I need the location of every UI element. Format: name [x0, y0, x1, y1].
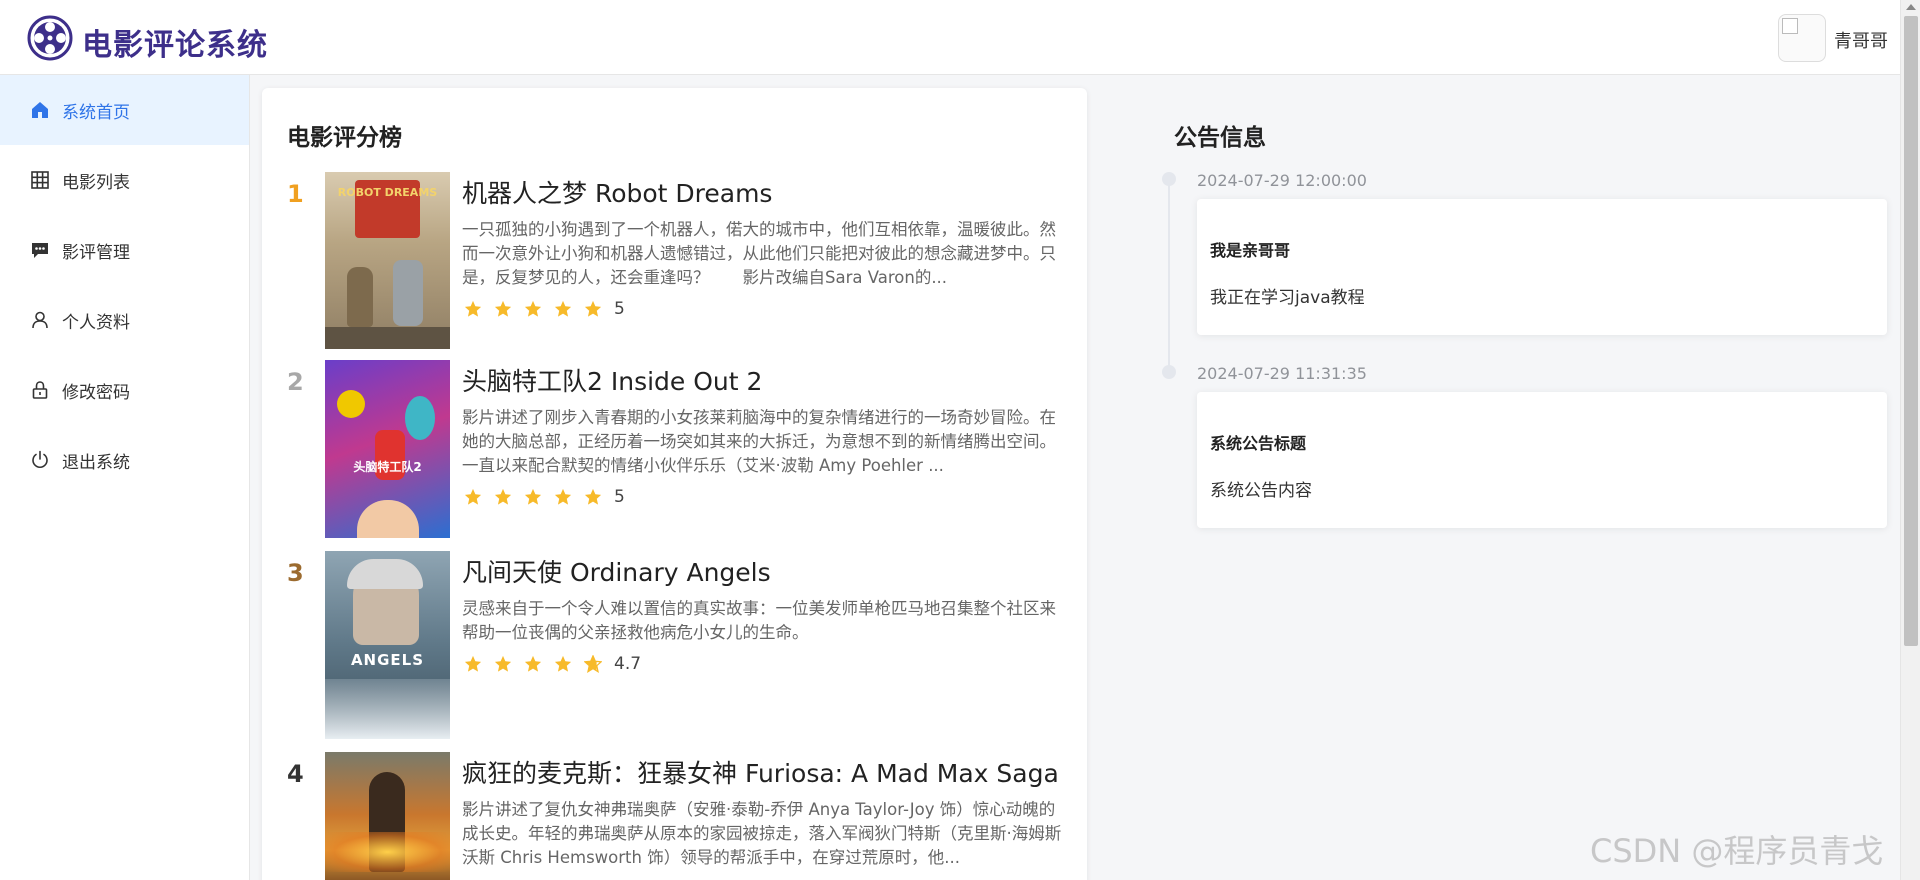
watermark: CSDN @程序员青戈: [1590, 832, 1884, 870]
sidebar-item-label: 个人资料: [62, 312, 130, 333]
movie-poster[interactable]: ANGELS: [325, 551, 450, 739]
broken-image-icon: [1782, 18, 1798, 34]
user-name[interactable]: 青哥哥: [1834, 27, 1888, 53]
poster-title: 头脑特工队2: [353, 460, 422, 474]
lock-icon: [30, 380, 50, 400]
movie-poster[interactable]: 头脑特工队2: [325, 360, 450, 538]
rank-number: 1: [287, 180, 304, 208]
rank-number: 3: [287, 559, 304, 587]
rating-score: 4.7: [614, 654, 642, 674]
notice-card[interactable]: 我是亲哥哥 我正在学习java教程: [1197, 199, 1887, 335]
star-icon: [464, 488, 482, 505]
star-icon: [584, 300, 602, 317]
notice-time: 2024-07-29 11:31:35: [1197, 364, 1367, 383]
notice-heading: 系统公告标题: [1210, 434, 1307, 453]
scroll-thumb[interactable]: [1904, 16, 1918, 646]
movie-description: 影片讲述了刚步入青春期的小女孩莱莉脑海中的复杂情绪进行的一场奇妙冒险。在她的大脑…: [462, 408, 1056, 475]
rating-score: 5: [614, 487, 625, 507]
notice-body: 系统公告内容: [1210, 481, 1312, 501]
rank-number: 2: [287, 368, 304, 396]
top-header: 电影评论系统 青哥哥: [0, 0, 1900, 75]
sidebar-item-change-password[interactable]: 修改密码: [0, 355, 249, 425]
sidebar-item-home[interactable]: 系统首页: [0, 75, 249, 145]
ranking-title: 电影评分榜: [287, 125, 402, 151]
film-reel-icon: [27, 15, 73, 61]
star-icon: [524, 488, 542, 505]
timeline-dot: [1162, 365, 1176, 379]
sidebar: 系统首页 电影列表 影评管理 个人资料 修改密码 退出系统: [0, 75, 250, 880]
movie-poster[interactable]: ROBOT DREAMS: [325, 172, 450, 349]
home-icon: [30, 100, 50, 120]
star-icon: [494, 300, 512, 317]
sidebar-item-label: 电影列表: [62, 172, 130, 193]
rating-stars: 5: [464, 487, 625, 507]
sidebar-item-movie-list[interactable]: 电影列表: [0, 145, 249, 215]
notice-body: 我正在学习java教程: [1210, 288, 1365, 308]
sidebar-item-label: 影评管理: [62, 242, 130, 263]
star-icon: [494, 655, 512, 672]
star-icon: [524, 655, 542, 672]
movie-title[interactable]: 疯狂的麦克斯：狂暴女神 Furiosa: A Mad Max Saga: [462, 754, 1059, 790]
grid-icon: [30, 170, 50, 190]
power-icon: [30, 450, 50, 470]
scroll-up-arrow-icon[interactable]: [1906, 4, 1916, 10]
timeline-dot: [1162, 172, 1176, 186]
timeline-line: [1168, 180, 1170, 375]
user-icon: [30, 310, 50, 330]
movie-title[interactable]: 机器人之梦 Robot Dreams: [462, 174, 772, 210]
sidebar-item-logout[interactable]: 退出系统: [0, 425, 249, 495]
movie-description: 灵感来自于一个令人难以置信的真实故事：一位美发师单枪匹马地召集整个社区来帮助一位…: [462, 599, 1056, 642]
movie-title[interactable]: 头脑特工队2 Inside Out 2: [462, 362, 762, 398]
poster-title: ANGELS: [350, 651, 425, 669]
sidebar-item-label: 退出系统: [62, 452, 130, 473]
movie-ranking-panel: 电影评分榜 1 ROBOT DREAMS 机器人之梦 Robot Dreams …: [262, 88, 1087, 880]
poster-title: ROBOT DREAMS: [337, 186, 438, 199]
star-icon: [464, 655, 482, 672]
page-scrollbar[interactable]: [1900, 0, 1920, 880]
rating-stars: 4.7: [464, 654, 641, 674]
movie-title[interactable]: 凡间天使 Ordinary Angels: [462, 553, 771, 589]
rank-number: 4: [287, 760, 304, 788]
rating-stars: 5: [464, 299, 625, 319]
movie-poster[interactable]: [325, 752, 450, 880]
star-icon: [584, 488, 602, 505]
avatar[interactable]: [1778, 14, 1826, 62]
star-icon: [524, 300, 542, 317]
comment-icon: [30, 240, 50, 260]
movie-description: 一只孤独的小狗遇到了一个机器人，偌大的城市中，他们互相依靠，温暖彼此。然而一次意…: [462, 220, 1056, 287]
star-icon: [494, 488, 512, 505]
star-icon: [554, 488, 572, 505]
sidebar-item-label: 修改密码: [62, 382, 130, 403]
notice-title: 公告信息: [1174, 125, 1266, 151]
star-half-icon: [584, 655, 602, 673]
notice-card[interactable]: 系统公告标题 系统公告内容: [1197, 392, 1887, 528]
notice-heading: 我是亲哥哥: [1210, 241, 1291, 260]
sidebar-item-profile[interactable]: 个人资料: [0, 285, 249, 355]
movie-description: 影片讲述了复仇女神弗瑞奥萨（安雅·泰勒-乔伊 Anya Taylor-Joy 饰…: [462, 800, 1062, 867]
notice-time: 2024-07-29 12:00:00: [1197, 171, 1367, 190]
app-title: 电影评论系统: [82, 28, 268, 63]
rating-score: 5: [614, 299, 625, 319]
star-icon: [464, 300, 482, 317]
star-icon: [554, 300, 572, 317]
sidebar-item-reviews[interactable]: 影评管理: [0, 215, 249, 285]
sidebar-item-label: 系统首页: [62, 102, 130, 123]
star-icon: [554, 655, 572, 672]
